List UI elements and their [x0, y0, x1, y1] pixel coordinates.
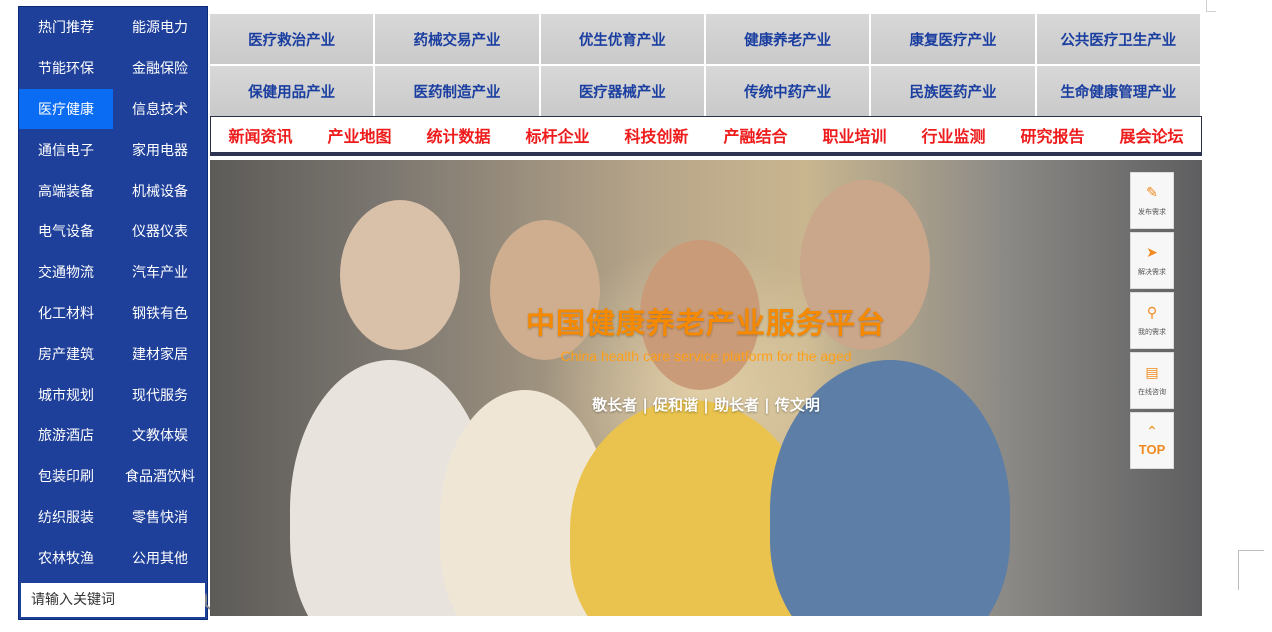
nav-exhibitions[interactable]: 展会论坛 — [1119, 123, 1183, 147]
nav-monitoring[interactable]: 行业监测 — [921, 123, 985, 147]
category-item-chemicals[interactable]: 化工材料 — [19, 293, 113, 334]
my-demand-button[interactable]: ⚲ 我的需求 — [1130, 292, 1174, 349]
online-consult-button[interactable]: ▤ 在线咨询 — [1130, 352, 1174, 409]
page-corner-mark — [1206, 0, 1216, 12]
nav-innovation[interactable]: 科技创新 — [624, 123, 688, 147]
category-item-textile[interactable]: 纺织服装 — [19, 497, 113, 538]
hero-title: 中国健康养老产业服务平台 — [525, 306, 886, 340]
nav-training[interactable]: 职业培训 — [822, 123, 886, 147]
industry-item-medical-treatment[interactable]: 医疗救治产业 — [210, 14, 374, 64]
category-item-metals[interactable]: 钢铁有色 — [113, 293, 207, 334]
category-item-urban-planning[interactable]: 城市规划 — [19, 374, 113, 415]
category-item-automotive[interactable]: 汽车产业 — [113, 252, 207, 293]
category-item-machinery[interactable]: 机械设备 — [113, 170, 207, 211]
back-to-top-button[interactable]: ⌃ TOP — [1130, 412, 1174, 469]
category-grid: 热门推荐 能源电力 节能环保 金融保险 医疗健康 信息技术 通信电子 家用电器 … — [19, 7, 207, 578]
category-item-finance[interactable]: 金融保险 — [113, 48, 207, 89]
category-item-building-materials[interactable]: 建材家居 — [113, 333, 207, 374]
hero-slogan: 敬长者 | 促和谐 | 助长者 | 传文明 — [592, 396, 820, 414]
category-item-retail[interactable]: 零售快消 — [113, 497, 207, 538]
search-list-icon: ⚲ — [1146, 304, 1158, 321]
category-item-environment[interactable]: 节能环保 — [19, 48, 113, 89]
category-item-high-end-equipment[interactable]: 高端装备 — [19, 170, 113, 211]
nav-research-reports[interactable]: 研究报告 — [1020, 123, 1084, 147]
main-nav: 新闻资讯 产业地图 统计数据 标杆企业 科技创新 产融结合 职业培训 行业监测 … — [210, 116, 1202, 156]
industry-item-drug-device-trade[interactable]: 药械交易产业 — [375, 14, 539, 64]
hero-text: 中国健康养老产业服务平台 China health care service p… — [210, 300, 1202, 415]
industry-item-medical-devices[interactable]: 医疗器械产业 — [540, 66, 704, 116]
page-corner-mark — [1238, 550, 1264, 590]
publish-demand-button[interactable]: ✎ 发布需求 — [1130, 172, 1174, 229]
industry-item-prenatal-care[interactable]: 优生优育产业 — [540, 14, 704, 64]
industry-item-public-health[interactable]: 公共医疗卫生产业 — [1036, 14, 1200, 64]
category-item-tourism[interactable]: 旅游酒店 — [19, 415, 113, 456]
tool-label: 发布需求 — [1138, 207, 1166, 216]
category-item-modern-services[interactable]: 现代服务 — [113, 374, 207, 415]
category-item-energy[interactable]: 能源电力 — [113, 7, 207, 48]
tool-label: 在线咨询 — [1138, 387, 1166, 396]
hero-banner[interactable]: 中国健康养老产业服务平台 China health care service p… — [210, 160, 1202, 616]
category-item-it[interactable]: 信息技术 — [113, 89, 207, 130]
send-icon: ➤ — [1146, 244, 1158, 261]
search-icon[interactable] — [205, 593, 207, 607]
category-item-culture-sports[interactable]: 文教体娱 — [113, 415, 207, 456]
category-item-utilities-other[interactable]: 公用其他 — [113, 537, 207, 578]
industry-item-pharma-manufacturing[interactable]: 医药制造产业 — [375, 66, 539, 116]
category-item-packaging[interactable]: 包装印刷 — [19, 456, 113, 497]
nav-benchmark-companies[interactable]: 标杆企业 — [525, 123, 589, 147]
tool-label: 我的需求 — [1138, 327, 1166, 336]
nav-industry-map[interactable]: 产业地图 — [327, 123, 391, 147]
page-root: 热门推荐 能源电力 节能环保 金融保险 医疗健康 信息技术 通信电子 家用电器 … — [0, 0, 1272, 632]
category-item-food-beverage[interactable]: 食品酒饮料 — [113, 456, 207, 497]
category-item-logistics[interactable]: 交通物流 — [19, 252, 113, 293]
category-item-agriculture[interactable]: 农林牧渔 — [19, 537, 113, 578]
solve-demand-button[interactable]: ➤ 解决需求 — [1130, 232, 1174, 289]
edit-icon: ✎ — [1146, 184, 1158, 201]
industry-item-health-management[interactable]: 生命健康管理产业 — [1036, 66, 1200, 116]
search-input[interactable] — [31, 592, 205, 608]
category-item-hot[interactable]: 热门推荐 — [19, 7, 113, 48]
category-item-real-estate[interactable]: 房产建筑 — [19, 333, 113, 374]
chat-icon: ▤ — [1145, 364, 1159, 381]
industry-item-traditional-medicine[interactable]: 传统中药产业 — [705, 66, 870, 116]
nav-industry-finance[interactable]: 产融结合 — [723, 123, 787, 147]
category-sidebar: 热门推荐 能源电力 节能环保 金融保险 医疗健康 信息技术 通信电子 家用电器 … — [18, 6, 208, 620]
keyword-search — [21, 583, 207, 617]
category-item-healthcare[interactable]: 医疗健康 — [19, 88, 113, 130]
floating-toolbar: ✎ 发布需求 ➤ 解决需求 ⚲ 我的需求 ▤ 在线咨询 ⌃ TOP — [1130, 172, 1174, 469]
category-item-telecom[interactable]: 通信电子 — [19, 129, 113, 170]
hero-subtitle: China health care service platform for t… — [560, 348, 852, 364]
industry-item-health-products[interactable]: 保健用品产业 — [210, 66, 374, 116]
industry-item-ethnic-medicine[interactable]: 民族医药产业 — [871, 66, 1035, 116]
nav-news[interactable]: 新闻资讯 — [228, 123, 292, 147]
category-item-instruments[interactable]: 仪器仪表 — [113, 211, 207, 252]
nav-statistics[interactable]: 统计数据 — [426, 123, 490, 147]
top-label: TOP — [1138, 442, 1166, 457]
chevron-up-icon: ⌃ — [1146, 424, 1158, 440]
category-item-appliances[interactable]: 家用电器 — [113, 129, 207, 170]
industry-item-elderly-care[interactable]: 健康养老产业 — [705, 14, 870, 64]
industry-menu: 医疗救治产业 药械交易产业 优生优育产业 健康养老产业 康复医疗产业 公共医疗卫… — [210, 14, 1200, 116]
tool-label: 解决需求 — [1138, 267, 1166, 276]
category-item-electrical[interactable]: 电气设备 — [19, 211, 113, 252]
industry-item-rehabilitation[interactable]: 康复医疗产业 — [871, 14, 1035, 64]
